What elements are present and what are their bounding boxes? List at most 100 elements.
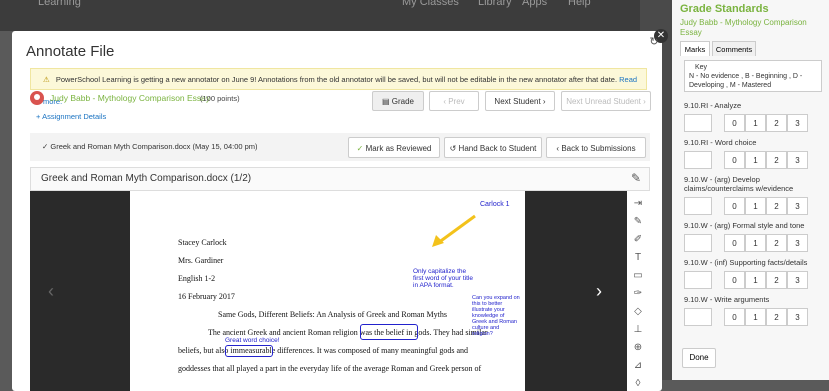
mark-option-1[interactable]: 1 (745, 308, 766, 326)
mark-option-2[interactable]: 2 (766, 234, 787, 252)
chevron-left-icon[interactable]: ‹ (48, 281, 54, 302)
mark-option-2[interactable]: 2 (766, 308, 787, 326)
doc-line-name: Stacey Carlock (178, 238, 227, 247)
mark-option-2[interactable]: 2 (766, 151, 787, 169)
notice-banner: ⚠ PowerSchool Learning is getting a new … (30, 68, 647, 106)
mark-option-3[interactable]: 3 (787, 308, 808, 326)
document-page[interactable]: Carlock 1 Stacey Carlock Mrs. Gardiner E… (130, 191, 525, 391)
tab-marks[interactable]: Marks (680, 41, 710, 56)
eraser-icon[interactable]: ◊ (631, 377, 645, 391)
hand-back-button[interactable]: ↺ Hand Back to Student (444, 137, 542, 158)
mark-option-1[interactable]: 1 (745, 114, 766, 132)
grade-icon: ▤ (381, 97, 392, 106)
marks-row: 0 1 2 3 (684, 308, 824, 326)
mark-option-1[interactable]: 1 (745, 271, 766, 289)
text-icon[interactable]: T (631, 251, 645, 265)
hand-back-label: Hand Back to Student (458, 144, 537, 153)
mark-input[interactable] (684, 271, 712, 289)
warning-icon: ⚠ (43, 75, 50, 84)
bg-nav-help: Help (568, 0, 591, 8)
mark-option-0[interactable]: 0 (724, 151, 745, 169)
done-button[interactable]: Done (682, 348, 716, 368)
avatar (30, 91, 44, 105)
highlight-box (360, 324, 418, 340)
back-label: Back to Submissions (561, 144, 636, 153)
standard-write-arguments: 9.10.W - Write arguments 0 1 2 3 (684, 295, 824, 326)
assignment-details-link[interactable]: + Assignment Details (36, 112, 106, 121)
mark-reviewed-button[interactable]: ✓ Mark as Reviewed (348, 137, 440, 158)
submission-file-label: Greek and Roman Myth Comparison.docx (Ma… (50, 142, 258, 151)
mark-option-3[interactable]: 3 (787, 271, 808, 289)
grade-standards-panel: Grade Standards Judy Babb - Mythology Co… (672, 0, 829, 380)
mark-input[interactable] (684, 151, 712, 169)
chevron-right-icon: › (540, 97, 546, 106)
mark-option-2[interactable]: 2 (766, 197, 787, 215)
next-unread-button[interactable]: Next Unread Student › (561, 91, 651, 111)
mark-option-3[interactable]: 3 (787, 197, 808, 215)
background-app-header: Learning My Classes Library Apps Help (0, 0, 640, 31)
mark-input[interactable] (684, 197, 712, 215)
notice-text: PowerSchool Learning is getting a new an… (55, 75, 618, 84)
annotation-toolbar: ⇥ ✎ ✐ T ▭ ✑ ◇ ⊥ ⊕ ⊿ ◊ (627, 191, 650, 391)
page-header-annotation: Carlock 1 (480, 201, 510, 208)
mark-option-3[interactable]: 3 (787, 234, 808, 252)
points-label: (100 points) (200, 94, 240, 103)
student-name[interactable]: Judy Babb - Mythology Comparison Essay (50, 93, 210, 103)
standard-formal-style: 9.10.W - (arg) Formal style and tone 0 1… (684, 221, 824, 252)
chevron-right-icon[interactable]: › (596, 281, 602, 302)
mark-option-0[interactable]: 0 (724, 308, 745, 326)
pencil-icon[interactable]: ✎ (631, 215, 645, 229)
mark-option-1[interactable]: 1 (745, 151, 766, 169)
mark-option-1[interactable]: 1 (745, 234, 766, 252)
mark-input[interactable] (684, 114, 712, 132)
mark-option-0[interactable]: 0 (724, 197, 745, 215)
comment-icon[interactable]: ▭ (631, 269, 645, 283)
mark-input[interactable] (684, 234, 712, 252)
marks-row: 0 1 2 3 (684, 114, 824, 132)
grade-button-label: Grade (391, 97, 414, 106)
mark-option-1[interactable]: 1 (745, 197, 766, 215)
mark-option-2[interactable]: 2 (766, 114, 787, 132)
tab-comments[interactable]: Comments (712, 41, 756, 56)
modal-title: Annotate File (26, 43, 115, 60)
doc-line-teacher: Mrs. Gardiner (178, 256, 224, 265)
annotation-expand: Can you expand on this to better illustr… (472, 295, 520, 337)
chevron-right-icon: › (640, 97, 646, 106)
mark-input[interactable] (684, 308, 712, 326)
panel-subtitle: Judy Babb - Mythology Comparison Essay (680, 18, 807, 37)
pin-icon[interactable]: ✑ (631, 287, 645, 301)
select-icon[interactable]: ⇥ (631, 197, 645, 211)
standard-develop-claims: 9.10.W - (arg) Develop claims/countercla… (684, 175, 824, 215)
pen-icon[interactable]: ⊿ (631, 359, 645, 373)
key-text: N - No evidence , B - Beginning , D - De… (689, 73, 803, 89)
highlighter-icon[interactable]: ✐ (631, 233, 645, 247)
next-student-label: Next Student (494, 97, 541, 106)
zoom-icon[interactable]: ⊕ (631, 341, 645, 355)
grade-button[interactable]: ▤ Grade (372, 91, 424, 111)
doc-line-p2: beliefs, but also immeasurable differenc… (178, 346, 468, 355)
mark-option-2[interactable]: 2 (766, 271, 787, 289)
mark-option-0[interactable]: 0 (724, 271, 745, 289)
back-to-submissions-button[interactable]: ‹ Back to Submissions (546, 137, 646, 158)
standard-label: 9.10.RI - Word choice (684, 138, 757, 147)
document-title: Greek and Roman Myth Comparison.docx (1/… (41, 173, 252, 184)
student-row: Judy Babb - Mythology Comparison Essay (… (30, 91, 651, 113)
doc-line-date: 16 February 2017 (178, 292, 235, 301)
check-icon: ✓ (356, 144, 366, 153)
doc-line-p3: goddesses that all played a part in the … (178, 364, 482, 373)
next-student-button[interactable]: Next Student › (485, 91, 555, 111)
mark-option-3[interactable]: 3 (787, 151, 808, 169)
mark-reviewed-label: Mark as Reviewed (365, 144, 432, 153)
yellow-arrow (432, 214, 476, 247)
mark-option-0[interactable]: 0 (724, 234, 745, 252)
mark-option-3[interactable]: 3 (787, 114, 808, 132)
shapes-icon[interactable]: ◇ (631, 305, 645, 319)
mark-option-0[interactable]: 0 (724, 114, 745, 132)
refresh-icon[interactable]: ↻ (648, 36, 660, 48)
stamp-icon[interactable]: ⊥ (631, 323, 645, 337)
bg-nav-library: Library (478, 0, 512, 8)
standard-analyze: 9.10.RI - Analyze 0 1 2 3 (684, 101, 824, 132)
pencil-icon[interactable]: ✎ (631, 171, 641, 185)
standard-supporting-facts: 9.10.W - (inf) Supporting facts/details … (684, 258, 824, 289)
prev-button[interactable]: ‹ Prev (429, 91, 479, 111)
